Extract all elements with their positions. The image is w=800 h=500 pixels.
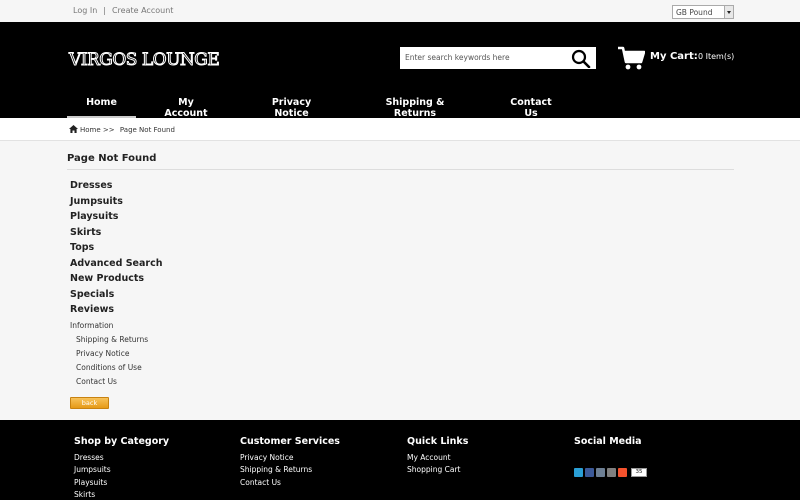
breadcrumb-bar: Home >> Page Not Found xyxy=(0,118,800,141)
link-separator: | xyxy=(103,6,106,15)
footer-link-jumpsuits[interactable]: Jumpsuits xyxy=(74,465,169,477)
title-divider xyxy=(67,169,734,170)
email-icon[interactable] xyxy=(607,468,616,477)
home-icon[interactable] xyxy=(69,125,78,133)
twitter-icon[interactable] xyxy=(574,468,583,477)
create-account-link[interactable]: Create Account xyxy=(112,6,173,15)
new-products-link[interactable]: New Products xyxy=(70,273,144,284)
category-link-skirts[interactable]: Skirts xyxy=(70,227,101,238)
footer-shop-column: Shop by Category Dresses Jumpsuits Plays… xyxy=(74,436,169,500)
info-link-contact-us[interactable]: Contact Us xyxy=(76,377,117,386)
login-link[interactable]: Log In xyxy=(73,6,97,15)
footer-quick-links-column: Quick Links My Account Shopping Cart xyxy=(407,436,468,478)
search-box xyxy=(400,47,596,69)
footer-link-my-account[interactable]: My Account xyxy=(407,453,468,465)
breadcrumb-separator: >> xyxy=(102,126,115,134)
footer-link-contact-us[interactable]: Contact Us xyxy=(240,478,340,490)
nav-shipping-returns[interactable]: Shipping & Returns xyxy=(365,93,465,119)
breadcrumb-current: Page Not Found xyxy=(119,126,175,134)
cart-count[interactable]: 0 Item(s) xyxy=(698,52,734,61)
info-link-conditions-of-use[interactable]: Conditions of Use xyxy=(76,363,142,372)
breadcrumb: Home >> Page Not Found xyxy=(69,125,175,134)
account-links: Log In | Create Account xyxy=(73,6,173,15)
footer-customer-heading: Customer Services xyxy=(240,436,340,447)
footer-link-dresses[interactable]: Dresses xyxy=(74,453,169,465)
currency-select[interactable]: GB Pound xyxy=(672,5,734,19)
search-input[interactable] xyxy=(405,51,565,64)
cart-icon[interactable] xyxy=(617,45,645,71)
category-link-playsuits[interactable]: Playsuits xyxy=(70,211,118,222)
breadcrumb-home[interactable]: Home xyxy=(80,126,101,134)
footer-link-shipping-returns[interactable]: Shipping & Returns xyxy=(240,465,340,477)
nav-privacy-notice[interactable]: Privacy Notice xyxy=(254,93,329,119)
chevron-down-icon[interactable] xyxy=(724,6,733,18)
footer-link-skirts[interactable]: Skirts xyxy=(74,490,169,500)
info-link-privacy-notice[interactable]: Privacy Notice xyxy=(76,349,130,358)
search-icon[interactable] xyxy=(571,49,591,68)
page-title: Page Not Found xyxy=(67,153,157,164)
footer-quick-links-heading: Quick Links xyxy=(407,436,469,447)
nav-contact-us[interactable]: Contact Us xyxy=(503,93,559,119)
info-link-shipping-returns[interactable]: Shipping & Returns xyxy=(76,335,148,344)
footer-social-heading: Social Media xyxy=(574,436,642,447)
print-icon[interactable] xyxy=(596,468,605,477)
reviews-link[interactable]: Reviews xyxy=(70,304,114,315)
top-utility-bar: Log In | Create Account GB Pound xyxy=(0,0,800,22)
footer-social-column: Social Media 35 xyxy=(574,436,664,477)
footer-link-playsuits[interactable]: Playsuits xyxy=(74,478,169,490)
footer-shop-heading: Shop by Category xyxy=(74,436,170,447)
footer-link-privacy-notice[interactable]: Privacy Notice xyxy=(240,453,340,465)
nav-home[interactable]: Home xyxy=(67,93,136,118)
site-logo[interactable]: VIRGOS LOUNGE xyxy=(68,50,220,71)
addthis-icon[interactable] xyxy=(618,468,627,477)
footer-customer-column: Customer Services Privacy Notice Shippin… xyxy=(240,436,340,490)
back-button[interactable]: back xyxy=(70,397,109,409)
information-heading: Information xyxy=(70,321,114,330)
currency-value: GB Pound xyxy=(676,8,713,17)
specials-link[interactable]: Specials xyxy=(70,289,114,300)
cart-label[interactable]: My Cart: xyxy=(650,51,698,62)
category-link-jumpsuits[interactable]: Jumpsuits xyxy=(70,196,123,207)
share-count: 35 xyxy=(631,468,647,477)
facebook-icon[interactable] xyxy=(585,468,594,477)
site-header: VIRGOS LOUNGE My Cart: 0 Item(s) Home My… xyxy=(0,22,800,119)
site-footer: Shop by Category Dresses Jumpsuits Plays… xyxy=(0,420,800,500)
category-link-tops[interactable]: Tops xyxy=(70,242,94,253)
footer-link-shopping-cart[interactable]: Shopping Cart xyxy=(407,465,468,477)
category-link-dresses[interactable]: Dresses xyxy=(70,180,112,191)
advanced-search-link[interactable]: Advanced Search xyxy=(70,258,162,269)
nav-my-account[interactable]: My Account xyxy=(156,93,216,119)
